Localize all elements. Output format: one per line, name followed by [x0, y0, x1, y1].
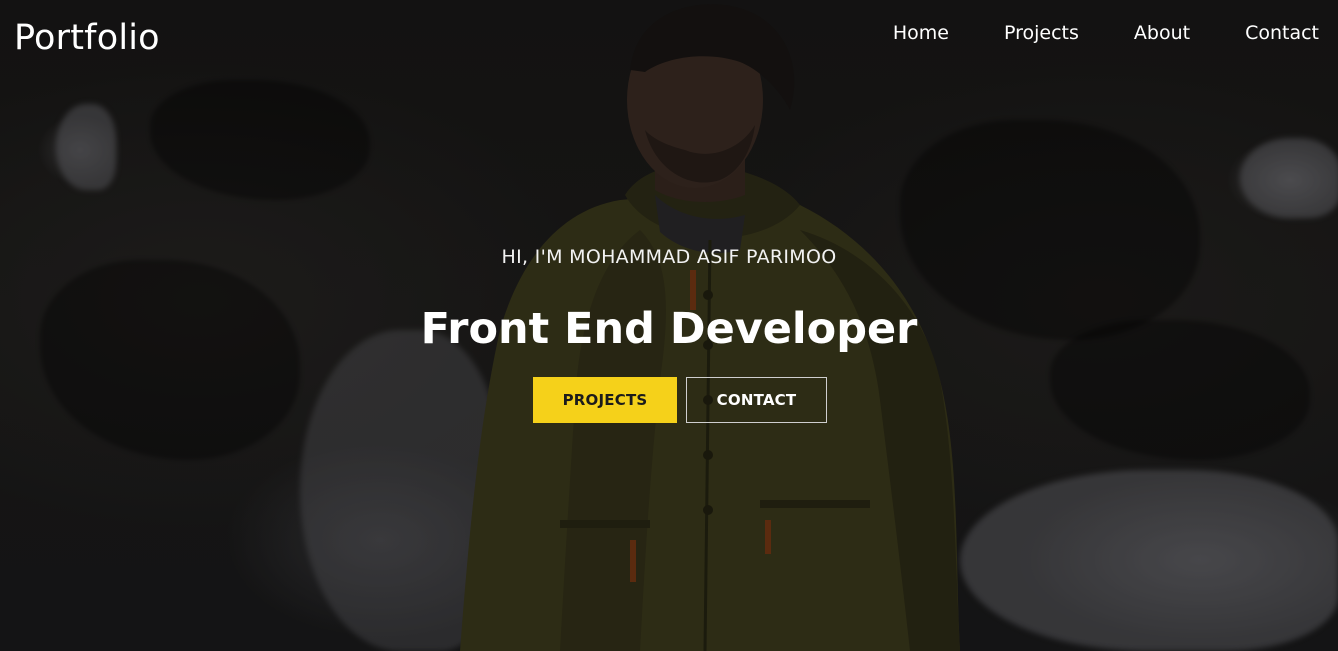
nav-item-projects: Projects — [1004, 22, 1079, 44]
nav-link-about[interactable]: About — [1134, 22, 1190, 44]
projects-button[interactable]: PROJECTS — [533, 377, 677, 423]
nav-link-projects[interactable]: Projects — [1004, 22, 1079, 44]
hero-section: Portfolio Home Projects About Contact HI… — [0, 0, 1338, 651]
nav-item-home: Home — [893, 22, 949, 44]
contact-button[interactable]: CONTACT — [686, 377, 827, 423]
hero-headline: Front End Developer — [420, 304, 918, 354]
nav-link-contact[interactable]: Contact — [1245, 22, 1319, 44]
hero-intro: HI, I'M MOHAMMAD ASIF PARIMOO — [501, 246, 837, 268]
nav-item-about: About — [1134, 22, 1190, 44]
nav-link-home[interactable]: Home — [893, 22, 949, 44]
nav-links: Home Projects About Contact — [838, 22, 1319, 44]
navbar: Portfolio Home Projects About Contact — [0, 0, 1338, 80]
site-logo[interactable]: Portfolio — [14, 18, 160, 58]
nav-item-contact: Contact — [1245, 22, 1319, 44]
